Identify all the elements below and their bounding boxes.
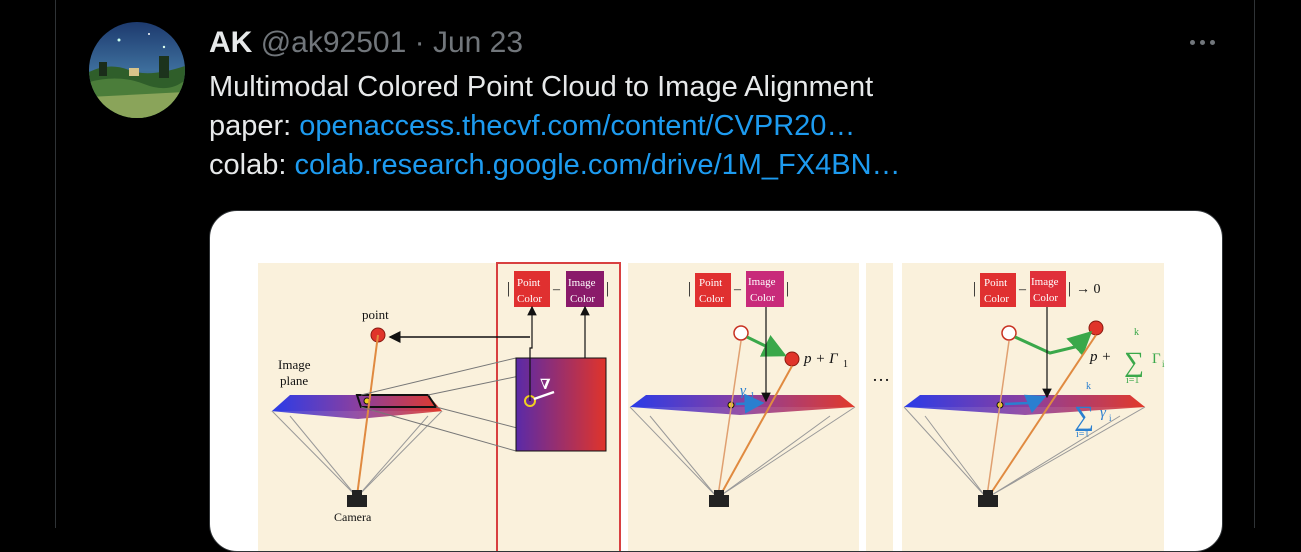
image-label: Image xyxy=(278,357,311,372)
panel-ellipsis xyxy=(866,263,893,551)
plane-label: plane xyxy=(280,373,308,388)
svg-text:Image: Image xyxy=(1031,276,1059,288)
svg-text:k: k xyxy=(1086,381,1091,392)
svg-text:Color: Color xyxy=(699,293,724,305)
minus-1: – xyxy=(552,282,561,297)
paper-link[interactable]: openaccess.thecvf.com/content/CVPR20… xyxy=(299,110,855,142)
alignment-figure: point Image plane Camera | Point Color –… xyxy=(258,262,1165,551)
tweet-title-line: Multimodal Colored Point Cloud to Image … xyxy=(209,71,874,103)
svg-text:|: | xyxy=(973,280,976,297)
paper-line: paper: openaccess.thecvf.com/content/CVP… xyxy=(209,107,901,146)
svg-text:Color: Color xyxy=(984,293,1009,305)
svg-text:–: – xyxy=(733,282,742,297)
timeline-right-border xyxy=(1254,0,1255,528)
p-plus: p + xyxy=(1089,349,1111,365)
svg-text:1: 1 xyxy=(843,359,848,370)
point-color-word-1: Point xyxy=(517,277,540,289)
camera-label: Camera xyxy=(334,510,372,524)
svg-text:Color: Color xyxy=(750,292,775,304)
tweet-text: Multimodal Colored Point Cloud to Image … xyxy=(209,68,901,185)
svg-text:Color: Color xyxy=(1033,292,1058,304)
sum-gamma-small: ∑ xyxy=(1074,401,1094,432)
svg-text:|: | xyxy=(606,280,609,297)
gradient-symbol: ∇ xyxy=(540,378,551,393)
arrow-zero: → 0 xyxy=(1076,282,1101,297)
colab-line: colab: colab.research.google.com/drive/1… xyxy=(209,146,901,185)
svg-text:|: | xyxy=(1068,280,1071,297)
timeline-left-border xyxy=(55,0,56,528)
colab-label: colab: xyxy=(209,149,287,181)
author-name[interactable]: AK xyxy=(209,26,252,59)
svg-text:|: | xyxy=(688,280,691,297)
svg-text:Γ: Γ xyxy=(1152,351,1161,367)
point-label: point xyxy=(362,307,389,322)
point-color-word-2: Color xyxy=(517,293,542,305)
tweet-date[interactable]: Jun 23 xyxy=(433,26,523,59)
paper-label: paper: xyxy=(209,110,292,142)
header-separator: · xyxy=(414,26,425,59)
svg-text:|: | xyxy=(786,280,789,297)
svg-text:Image: Image xyxy=(748,276,776,288)
svg-text:i=1: i=1 xyxy=(1126,375,1139,386)
svg-text:i=1: i=1 xyxy=(1076,429,1089,440)
tweet-header: AK @ak92501 · Jun 23 xyxy=(209,25,523,61)
svg-text:Point: Point xyxy=(699,277,722,289)
svg-text:1: 1 xyxy=(750,391,755,402)
svg-text:k: k xyxy=(1134,327,1139,338)
svg-text:Point: Point xyxy=(984,277,1007,289)
more-dots-icon[interactable] xyxy=(1184,26,1220,58)
image-color-word-1: Image xyxy=(568,277,596,289)
author-handle[interactable]: @ak92501 xyxy=(261,26,407,59)
svg-text:|: | xyxy=(507,280,510,297)
avatar[interactable] xyxy=(89,22,185,118)
sum-gamma-big: ∑ xyxy=(1124,347,1144,378)
colab-link[interactable]: colab.research.google.com/drive/1M_FX4BN… xyxy=(294,149,900,181)
ellipsis: … xyxy=(872,365,890,385)
svg-text:i: i xyxy=(1162,359,1165,369)
p-plus-gamma: p + Γ xyxy=(803,351,839,367)
image-color-word-2: Color xyxy=(570,293,595,305)
tweet-media-image[interactable]: point Image plane Camera | Point Color –… xyxy=(209,210,1223,552)
svg-text:–: – xyxy=(1018,282,1027,297)
